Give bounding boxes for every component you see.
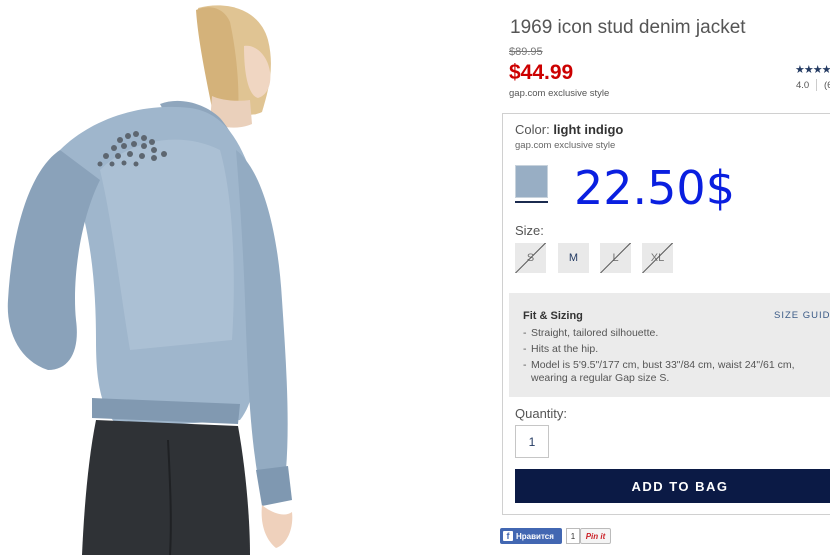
facebook-like-label: Нравится [516,531,554,541]
color-label: Color: [515,122,550,137]
fit-sizing-title: Fit & Sizing [523,310,583,322]
review-count-link[interactable]: (6 [824,80,830,91]
rating-divider [816,79,817,91]
original-price: $89.95 [509,46,543,58]
size-label: Size: [515,223,544,238]
fit-detail-item: Straight, tailored silhouette. [523,327,823,340]
fit-details-list: Straight, tailored silhouette. Hits at t… [523,327,823,388]
quantity-label: Quantity: [515,406,568,421]
fit-detail-item: Model is 5'9.5"/177 cm, bust 33"/84 cm, … [523,359,823,385]
size-option-l[interactable]: L [600,243,631,273]
size-option-m[interactable]: M [558,243,589,273]
rating-stars-icon[interactable]: ★★★★ [795,63,830,76]
product-title: 1969 icon stud denim jacket [510,17,746,38]
quantity-input[interactable]: 1 [515,425,549,458]
sale-price: $44.99 [509,61,574,84]
color-swatch-light-indigo[interactable] [515,165,548,198]
product-image[interactable] [0,0,390,555]
color-selection-label: Color: light indigo [515,122,623,137]
facebook-like-count: 1 [566,528,580,544]
pinterest-pin-button[interactable]: Pin it [580,528,611,544]
overlay-price-annotation: 22.50$ [574,161,735,215]
fit-detail-item: Hits at the hip. [523,343,823,356]
exclusive-note: gap.com exclusive style [509,88,610,99]
selected-swatch-indicator [515,201,548,203]
size-option-s[interactable]: S [515,243,546,273]
facebook-icon: f [503,531,513,541]
facebook-like-button[interactable]: f Нравится [500,528,562,544]
size-option-xl[interactable]: XL [642,243,673,273]
model-in-denim-jacket-illustration [7,5,293,555]
color-exclusive-note: gap.com exclusive style [515,140,616,151]
size-guide-link[interactable]: SIZE GUID [774,310,830,321]
color-value: light indigo [553,122,624,137]
rating-value: 4.0 [796,80,810,91]
add-to-bag-button[interactable]: ADD TO BAG [515,469,830,503]
